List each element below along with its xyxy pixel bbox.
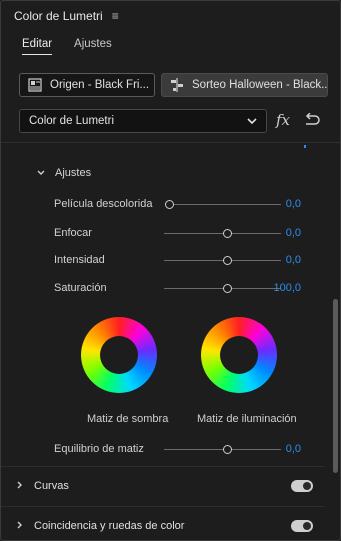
panel-title: Color de Lumetri — [14, 9, 103, 23]
slider-label: Película descolorida — [54, 198, 153, 210]
section-label: Curvas — [34, 479, 69, 492]
section-label: Coincidencia y ruedas de color — [34, 519, 185, 532]
scrollbar-thumb[interactable] — [333, 299, 338, 473]
slider-value[interactable]: 100,0 — [273, 282, 301, 294]
slider-vibrance: Intensidad 0,0 — [1, 252, 331, 270]
slider-value[interactable]: 0,0 — [286, 254, 301, 266]
slider-tint-balance: Equilibrio de matiz 0,0 — [1, 441, 331, 459]
slider-knob[interactable] — [223, 284, 232, 293]
effect-dropdown[interactable]: Color de Lumetri — [19, 109, 267, 133]
tab-ajustes[interactable]: Ajustes — [74, 38, 112, 55]
source-clip-label: Origen - Black Fri... — [50, 79, 150, 91]
section-enable-toggle[interactable] — [291, 519, 313, 532]
slider-label: Saturación — [54, 282, 107, 294]
slider-label: Intensidad — [54, 254, 105, 266]
effect-dropdown-value: Color de Lumetri — [29, 115, 115, 127]
clip-icon — [28, 78, 42, 92]
section-curvas[interactable]: Curvas — [1, 466, 325, 504]
sequence-clip-button[interactable]: Sorteo Halloween - Black... — [161, 73, 328, 97]
slider-knob[interactable] — [165, 200, 174, 209]
ajustes-section-header[interactable]: Ajustes — [36, 167, 91, 179]
reset-icon[interactable] — [303, 113, 321, 127]
chevron-down-icon — [247, 118, 257, 125]
slider-value[interactable]: 0,0 — [286, 198, 301, 210]
wheel-label: Matiz de iluminación — [197, 413, 297, 425]
wheel-label: Matiz de sombra — [87, 413, 169, 425]
slider-knob[interactable] — [223, 445, 232, 454]
lumetri-panel: Color de Lumetri ≡ Editar Ajustes Origen… — [0, 0, 341, 541]
scroll-marker — [304, 145, 306, 148]
highlight-tint-wheel[interactable] — [201, 317, 277, 393]
header-divider — [1, 142, 340, 143]
slider-value[interactable]: 0,0 — [286, 227, 301, 239]
fx-toggle-icon[interactable]: fx — [276, 111, 290, 129]
slider-label: Equilibrio de matiz — [54, 443, 144, 455]
vertical-scrollbar[interactable] — [329, 143, 340, 540]
tab-bar: Editar Ajustes — [22, 38, 112, 55]
source-clip-button[interactable]: Origen - Black Fri... — [19, 73, 155, 97]
sequence-icon — [171, 78, 183, 92]
hamburger-menu-icon[interactable]: ≡ — [112, 10, 119, 22]
slider-faded-film: Película descolorida 0,0 — [1, 196, 331, 214]
slider-track[interactable] — [174, 204, 281, 205]
chevron-right-icon — [17, 481, 22, 489]
chevron-down-icon — [37, 170, 45, 175]
section-enable-toggle[interactable] — [291, 479, 313, 492]
panel-header: Color de Lumetri ≡ — [1, 1, 340, 31]
slider-knob[interactable] — [223, 229, 232, 238]
sequence-clip-label: Sorteo Halloween - Black... — [192, 79, 328, 91]
shadow-tint-wheel[interactable] — [81, 317, 157, 393]
section-color-wheels[interactable]: Coincidencia y ruedas de color — [1, 506, 325, 540]
slider-saturation: Saturación 100,0 — [1, 280, 331, 298]
tab-editar[interactable]: Editar — [22, 38, 53, 55]
slider-knob[interactable] — [223, 256, 232, 265]
slider-value[interactable]: 0,0 — [286, 443, 301, 455]
section-title: Ajustes — [55, 167, 92, 179]
chevron-right-icon — [17, 521, 22, 529]
slider-sharpen: Enfocar 0,0 — [1, 225, 331, 243]
slider-label: Enfocar — [54, 227, 92, 239]
